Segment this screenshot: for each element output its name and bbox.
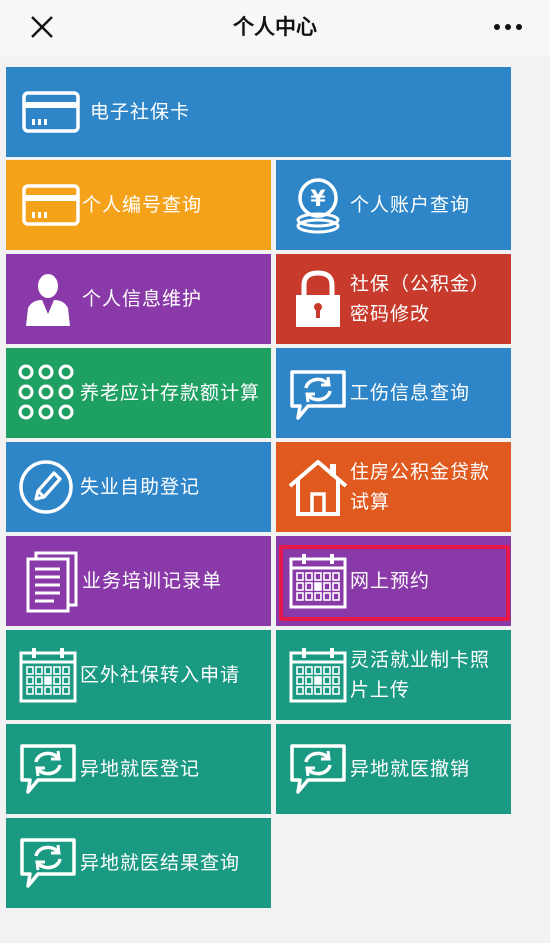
document-icon xyxy=(22,549,80,613)
calendar-icon xyxy=(18,645,78,705)
tile-label: 网上预约 xyxy=(350,570,431,592)
refresh-chat-icon xyxy=(18,836,78,890)
tile-9[interactable]: 住房公积金贷款试算 xyxy=(276,442,511,532)
tile-label: 异地就医撤销 xyxy=(350,758,471,780)
tile-label: 个人编号查询 xyxy=(82,194,203,216)
tile-label: 社保（公积金）密码修改 xyxy=(350,273,491,325)
tile-12[interactable]: 区外社保转入申请 xyxy=(6,630,271,720)
tile-8[interactable]: 失业自助登记 xyxy=(6,442,271,532)
svg-text:¥: ¥ xyxy=(310,187,326,212)
tile-label: 区外社保转入申请 xyxy=(80,664,241,686)
refresh-chat-icon xyxy=(288,742,348,796)
tile-5[interactable]: 社保（公积金）密码修改 xyxy=(276,254,511,344)
tile-16[interactable]: 异地就医结果查询 xyxy=(6,818,271,908)
pencil-icon xyxy=(18,459,74,515)
house-icon xyxy=(286,456,350,518)
lock-icon xyxy=(290,269,346,329)
page-title: 个人中心 xyxy=(233,15,317,39)
tile-2[interactable]: 个人编号查询 xyxy=(6,160,271,250)
tile-label: 养老应计存款额计算 xyxy=(80,382,261,404)
tile-7[interactable]: 工伤信息查询 xyxy=(276,348,511,438)
tile-11[interactable]: 网上预约 xyxy=(276,536,511,626)
tile-3[interactable]: ¥ 个人账户查询 xyxy=(276,160,511,250)
tile-6[interactable]: 养老应计存款额计算 xyxy=(6,348,271,438)
tile-label: 工伤信息查询 xyxy=(350,382,471,404)
tile-label: 电子社保卡 xyxy=(90,101,191,123)
top-bar: 个人中心 xyxy=(0,0,550,56)
tile-1[interactable]: 电子社保卡 xyxy=(6,67,511,157)
tile-label: 住房公积金贷款试算 xyxy=(350,461,491,513)
calendar-icon xyxy=(288,645,348,705)
close-icon[interactable] xyxy=(28,13,56,41)
tile-label: 个人账户查询 xyxy=(350,194,471,216)
tile-label: 灵活就业制卡照片上传 xyxy=(350,649,491,701)
tile-label: 业务培训记录单 xyxy=(82,570,223,592)
person-icon xyxy=(20,270,76,328)
calendar-icon xyxy=(288,551,348,611)
yen-coin-icon: ¥ xyxy=(290,176,346,234)
tile-15[interactable]: 异地就医撤销 xyxy=(276,724,511,814)
tile-14[interactable]: 异地就医登记 xyxy=(6,724,271,814)
tile-label: 异地就医结果查询 xyxy=(80,852,241,874)
tile-label: 失业自助登记 xyxy=(80,476,201,498)
refresh-chat-icon xyxy=(18,742,78,796)
tile-10[interactable]: 业务培训记录单 xyxy=(6,536,271,626)
tile-4[interactable]: 个人信息维护 xyxy=(6,254,271,344)
tile-13[interactable]: 灵活就业制卡照片上传 xyxy=(276,630,511,720)
tile-label: 个人信息维护 xyxy=(82,288,203,310)
tile-label: 异地就医登记 xyxy=(80,758,201,780)
card-icon xyxy=(22,89,80,135)
more-icon[interactable] xyxy=(490,16,526,38)
card-icon xyxy=(22,182,80,228)
dots-grid-icon xyxy=(18,364,76,422)
refresh-chat-icon xyxy=(288,368,348,422)
